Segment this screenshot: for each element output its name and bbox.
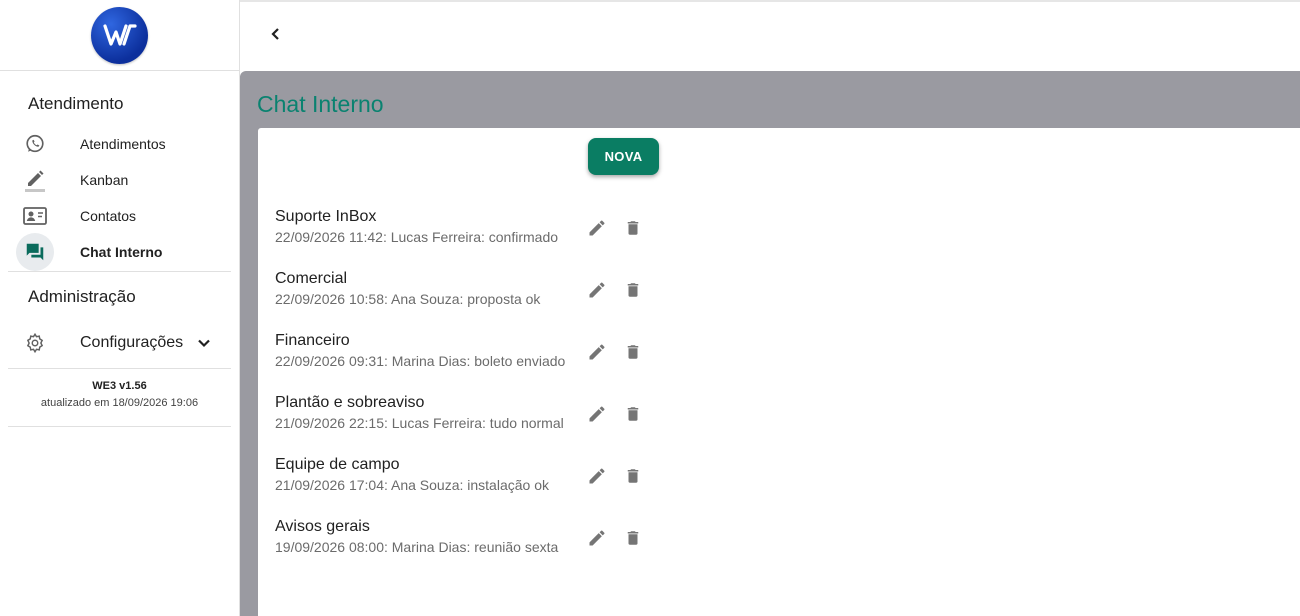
section-title-administracao: Administração xyxy=(28,287,136,306)
logo-area xyxy=(0,0,239,71)
edit-icon[interactable] xyxy=(585,464,609,488)
chat-name: Financeiro xyxy=(275,332,350,349)
delete-icon[interactable] xyxy=(621,526,645,550)
chat-last-message: 19/09/2026 08:00: Marina Dias: reunião s… xyxy=(275,539,559,555)
chat-name: Comercial xyxy=(275,270,348,287)
logo-mark-icon xyxy=(102,24,137,46)
chat-item[interactable]: Equipe de campo 21/09/2026 17:04: Ana So… xyxy=(275,456,655,504)
edit-icon[interactable] xyxy=(585,402,609,426)
delete-icon[interactable] xyxy=(621,464,645,488)
last-updated: atualizado em 18/09/2026 19:06 xyxy=(40,397,199,409)
chat-item[interactable]: Financeiro 22/09/2026 09:31: Marina Dias… xyxy=(275,332,655,380)
chat-name: Avisos gerais xyxy=(275,518,370,535)
edit-icon[interactable] xyxy=(585,278,609,302)
sidebar-item-chat-interno[interactable]: Chat Interno xyxy=(16,233,231,271)
chat-name: Equipe de campo xyxy=(275,456,400,473)
delete-icon[interactable] xyxy=(621,402,645,426)
chat-name: Suporte InBox xyxy=(275,208,377,225)
chat-list-card: NOVA Suporte InBox 22/09/2026 11:42: Luc… xyxy=(258,128,1300,616)
new-chat-button[interactable]: NOVA xyxy=(588,138,659,175)
chevron-down-icon[interactable] xyxy=(194,333,214,358)
sidebar-item-kanban[interactable]: Kanban xyxy=(16,163,231,197)
sidebar: Atendimento Atendimentos Kanban Contatos… xyxy=(0,0,240,616)
sidebar-divider xyxy=(8,271,231,272)
sidebar-item-label: Kanban xyxy=(80,172,129,188)
delete-icon[interactable] xyxy=(621,216,645,240)
contact-card-icon xyxy=(16,199,54,233)
chat-item[interactable]: Comercial 22/09/2026 10:58: Ana Souza: p… xyxy=(275,270,655,318)
app-version: WE3 v1.56 xyxy=(92,380,147,392)
sidebar-item-contatos[interactable]: Contatos xyxy=(16,199,231,233)
chat-last-message: 21/09/2026 17:04: Ana Souza: instalação … xyxy=(275,477,549,493)
chat-last-message: 22/09/2026 09:31: Marina Dias: boleto en… xyxy=(275,353,566,369)
main-content: Chat Interno NOVA Suporte InBox 22/09/20… xyxy=(240,71,1300,616)
edit-icon[interactable] xyxy=(585,340,609,364)
sidebar-item-label: Chat Interno xyxy=(80,244,163,260)
app-logo[interactable] xyxy=(91,6,148,64)
gear-icon xyxy=(16,326,54,360)
sidebar-item-atendimentos[interactable]: Atendimentos xyxy=(16,127,231,161)
sidebar-item-label: Configurações xyxy=(80,334,184,351)
chat-last-message: 22/09/2026 10:58: Ana Souza: proposta ok xyxy=(275,291,541,307)
chevron-left-icon xyxy=(271,28,279,40)
top-bar xyxy=(240,0,1300,71)
chat-icon xyxy=(16,233,54,271)
chat-name: Plantão e sobreaviso xyxy=(275,394,425,411)
chat-last-message: 21/09/2026 22:15: Lucas Ferreira: tudo n… xyxy=(275,415,564,431)
chat-item[interactable]: Avisos gerais 19/09/2026 08:00: Marina D… xyxy=(275,518,655,566)
sidebar-item-label: Atendimentos xyxy=(80,136,166,152)
delete-icon[interactable] xyxy=(621,340,645,364)
sidebar-item-label: Contatos xyxy=(80,208,137,224)
sidebar-item-configuracoes[interactable]: Configurações xyxy=(16,326,231,360)
chat-item[interactable]: Plantão e sobreaviso 21/09/2026 22:15: L… xyxy=(275,394,655,442)
back-button[interactable] xyxy=(264,22,288,46)
sidebar-divider xyxy=(8,426,231,427)
pencil-icon xyxy=(16,163,54,197)
sidebar-divider xyxy=(8,368,231,369)
edit-icon[interactable] xyxy=(585,526,609,550)
whatsapp-icon xyxy=(16,127,54,161)
chat-item[interactable]: Suporte InBox 22/09/2026 11:42: Lucas Fe… xyxy=(275,208,655,256)
section-title-atendimento: Atendimento xyxy=(28,94,124,113)
page-title: Chat Interno xyxy=(257,91,384,117)
edit-icon[interactable] xyxy=(585,216,609,240)
chat-last-message: 22/09/2026 11:42: Lucas Ferreira: confir… xyxy=(275,229,559,245)
delete-icon[interactable] xyxy=(621,278,645,302)
